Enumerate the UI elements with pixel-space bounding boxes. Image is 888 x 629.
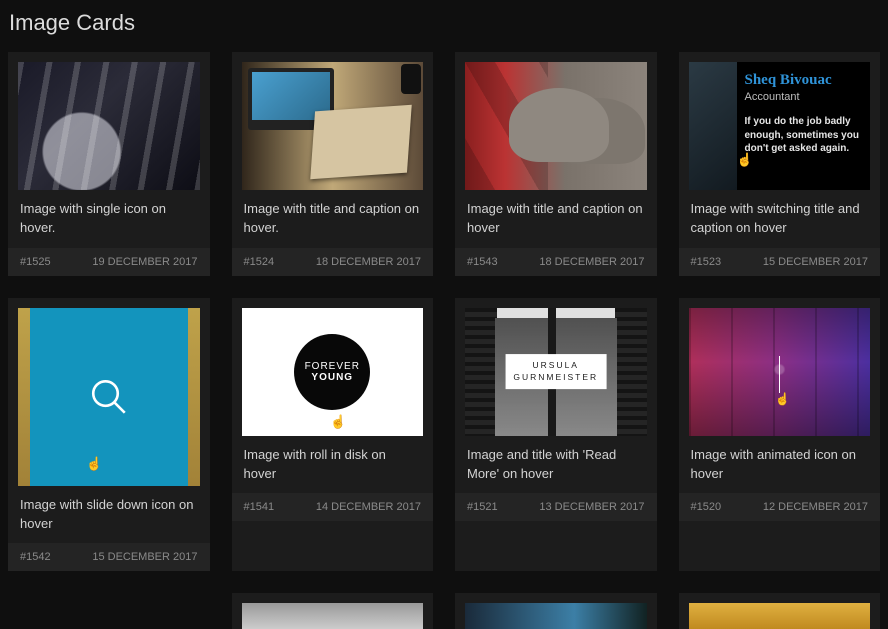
card-footer: #1543 18 DECEMBER 2017 [455, 248, 657, 276]
card-footer: #1542 15 DECEMBER 2017 [8, 543, 210, 571]
card-description: Image with slide down icon on hover [8, 486, 210, 544]
card-id: #1523 [691, 256, 722, 268]
cursor-icon: ☝ [775, 392, 790, 406]
card-thumbnail: ☝ [18, 308, 200, 486]
card-id: #1543 [467, 256, 498, 268]
search-icon [88, 376, 130, 418]
card-footer: #1521 13 DECEMBER 2017 [455, 493, 657, 521]
overlay-label: URSULA GURNMEISTER [505, 354, 606, 390]
card-thumbnail: URSULA GURNMEISTER [465, 308, 647, 436]
card-thumbnail [242, 62, 424, 190]
overlay-title: Sheq Bivouac [745, 72, 871, 89]
card-date: 15 DECEMBER 2017 [763, 256, 868, 268]
card-description: Image with animated icon on hover [679, 436, 881, 494]
overlay-line1: URSULA [533, 360, 579, 370]
image-card[interactable] [679, 593, 881, 629]
card-description: Image with single icon on hover. [8, 190, 210, 248]
image-card[interactable]: Image with title and caption on hover. #… [232, 52, 434, 276]
page-title: Image Cards [9, 10, 880, 36]
card-date: 18 DECEMBER 2017 [539, 256, 644, 268]
image-card[interactable]: ☝ Image with animated icon on hover #152… [679, 298, 881, 572]
card-footer: #1524 18 DECEMBER 2017 [232, 248, 434, 276]
image-card[interactable]: URSULA GURNMEISTER Image and title with … [455, 298, 657, 572]
card-thumbnail [18, 62, 200, 190]
image-card[interactable] [232, 593, 434, 629]
image-card[interactable]: Image with title and caption on hover #1… [455, 52, 657, 276]
card-date: 18 DECEMBER 2017 [316, 256, 421, 268]
card-date: 15 DECEMBER 2017 [92, 551, 197, 563]
card-id: #1525 [20, 256, 51, 268]
card-thumbnail: FOREVER YOUNG ☝ [242, 308, 424, 436]
card-date: 19 DECEMBER 2017 [92, 256, 197, 268]
card-description: Image with title and caption on hover. [232, 190, 434, 248]
image-card[interactable]: Sheq Bivouac Accountant If you do the jo… [679, 52, 881, 276]
card-footer: #1523 15 DECEMBER 2017 [679, 248, 881, 276]
image-card[interactable] [455, 593, 657, 629]
image-card[interactable]: FOREVER YOUNG ☝ Image with roll in disk … [232, 298, 434, 572]
card-thumbnail [242, 603, 424, 629]
overlay-line1: FOREVER [305, 361, 360, 372]
overlay-line2: GURNMEISTER [513, 372, 598, 382]
card-thumbnail [689, 603, 871, 629]
card-id: #1542 [20, 551, 51, 563]
overlay-quote: If you do the job badly enough, sometime… [745, 115, 871, 156]
card-thumbnail: Sheq Bivouac Accountant If you do the jo… [689, 62, 871, 190]
cursor-icon: ☝ [330, 414, 346, 430]
card-description: Image with roll in disk on hover [232, 436, 434, 494]
cursor-icon: ☝ [86, 456, 102, 472]
card-date: 14 DECEMBER 2017 [316, 501, 421, 513]
card-thumbnail [465, 603, 647, 629]
card-grid: Image with single icon on hover. #1525 1… [8, 52, 880, 629]
overlay-line2: YOUNG [311, 372, 353, 383]
cursor-icon: ☝ [737, 152, 753, 168]
card-description: Image and title with 'Read More' on hove… [455, 436, 657, 494]
card-description: Image with switching title and caption o… [679, 190, 881, 248]
card-date: 13 DECEMBER 2017 [539, 501, 644, 513]
card-id: #1541 [244, 501, 275, 513]
image-card[interactable]: Image with single icon on hover. #1525 1… [8, 52, 210, 276]
card-thumbnail [465, 62, 647, 190]
card-footer: #1520 12 DECEMBER 2017 [679, 493, 881, 521]
card-id: #1521 [467, 501, 498, 513]
overlay-subtitle: Accountant [745, 91, 871, 103]
card-thumbnail: ☝ [689, 308, 871, 436]
card-footer: #1541 14 DECEMBER 2017 [232, 493, 434, 521]
card-date: 12 DECEMBER 2017 [763, 501, 868, 513]
card-description: Image with title and caption on hover [455, 190, 657, 248]
overlay-disk: FOREVER YOUNG [294, 334, 370, 410]
image-card[interactable]: ☝ Image with slide down icon on hover #1… [8, 298, 210, 572]
card-id: #1520 [691, 501, 722, 513]
card-id: #1524 [244, 256, 275, 268]
card-footer: #1525 19 DECEMBER 2017 [8, 248, 210, 276]
